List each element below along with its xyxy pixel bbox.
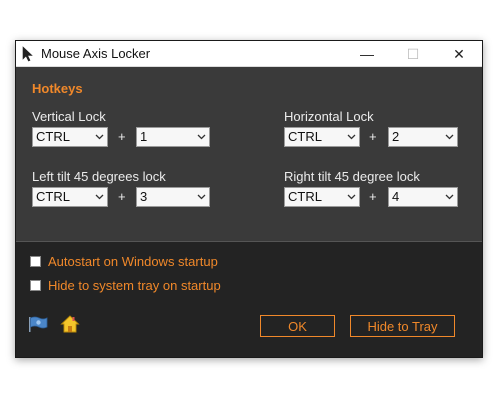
plus-sign: + (369, 189, 377, 204)
horizontal-key-value: 2 (392, 129, 400, 144)
horizontal-lock-label: Horizontal Lock (284, 109, 374, 124)
chevron-down-icon (95, 194, 104, 200)
horizontal-modifier-select[interactable]: CTRL (284, 127, 360, 147)
horizontal-modifier-value: CTRL (288, 129, 322, 144)
autostart-checkbox[interactable] (30, 256, 41, 267)
chevron-down-icon (445, 134, 454, 140)
chevron-down-icon (197, 134, 206, 140)
chevron-down-icon (347, 134, 356, 140)
right-tilt-lock-label: Right tilt 45 degree lock (284, 169, 420, 184)
right-tilt-key-value: 4 (392, 189, 400, 204)
home-icon[interactable] (60, 314, 80, 334)
vertical-lock-label: Vertical Lock (32, 109, 106, 124)
vertical-key-select[interactable]: 1 (136, 127, 210, 147)
left-tilt-key-select[interactable]: 3 (136, 187, 210, 207)
left-tilt-modifier-select[interactable]: CTRL (32, 187, 108, 207)
flag-icon[interactable] (28, 316, 48, 332)
options-panel: Autostart on Windows startup Hide to sys… (16, 242, 482, 357)
cursor-arrow-icon (22, 46, 33, 62)
hide-tray-label[interactable]: Hide to system tray on startup (48, 278, 221, 293)
hide-tray-option[interactable]: Hide to system tray on startup (30, 278, 221, 293)
chevron-down-icon (347, 194, 356, 200)
left-tilt-modifier-value: CTRL (36, 189, 70, 204)
plus-sign: + (118, 189, 126, 204)
autostart-label[interactable]: Autostart on Windows startup (48, 254, 218, 269)
window-title: Mouse Axis Locker (41, 46, 151, 61)
app-window: Mouse Axis Locker — ☐ ✕ Hotkeys Vertical… (15, 40, 483, 358)
hotkeys-panel: Hotkeys Vertical Lock CTRL + 1 Horizonta… (16, 67, 482, 242)
vertical-key-value: 1 (140, 129, 148, 144)
vertical-modifier-select[interactable]: CTRL (32, 127, 108, 147)
hide-to-tray-button[interactable]: Hide to Tray (350, 315, 455, 337)
chevron-down-icon (197, 194, 206, 200)
right-tilt-key-select[interactable]: 4 (388, 187, 458, 207)
left-tilt-key-value: 3 (140, 189, 148, 204)
autostart-option[interactable]: Autostart on Windows startup (30, 254, 218, 269)
maximize-button[interactable]: ☐ (390, 41, 436, 67)
chevron-down-icon (95, 134, 104, 140)
right-tilt-modifier-select[interactable]: CTRL (284, 187, 360, 207)
right-tilt-modifier-value: CTRL (288, 189, 322, 204)
ok-button[interactable]: OK (260, 315, 335, 337)
hotkeys-title: Hotkeys (32, 81, 83, 96)
minimize-button[interactable]: — (344, 41, 390, 67)
close-button[interactable]: ✕ (436, 41, 482, 67)
vertical-modifier-value: CTRL (36, 129, 70, 144)
plus-sign: + (118, 129, 126, 144)
horizontal-key-select[interactable]: 2 (388, 127, 458, 147)
title-bar[interactable]: Mouse Axis Locker — ☐ ✕ (16, 41, 482, 67)
plus-sign: + (369, 129, 377, 144)
chevron-down-icon (445, 194, 454, 200)
hide-tray-checkbox[interactable] (30, 280, 41, 291)
left-tilt-lock-label: Left tilt 45 degrees lock (32, 169, 166, 184)
